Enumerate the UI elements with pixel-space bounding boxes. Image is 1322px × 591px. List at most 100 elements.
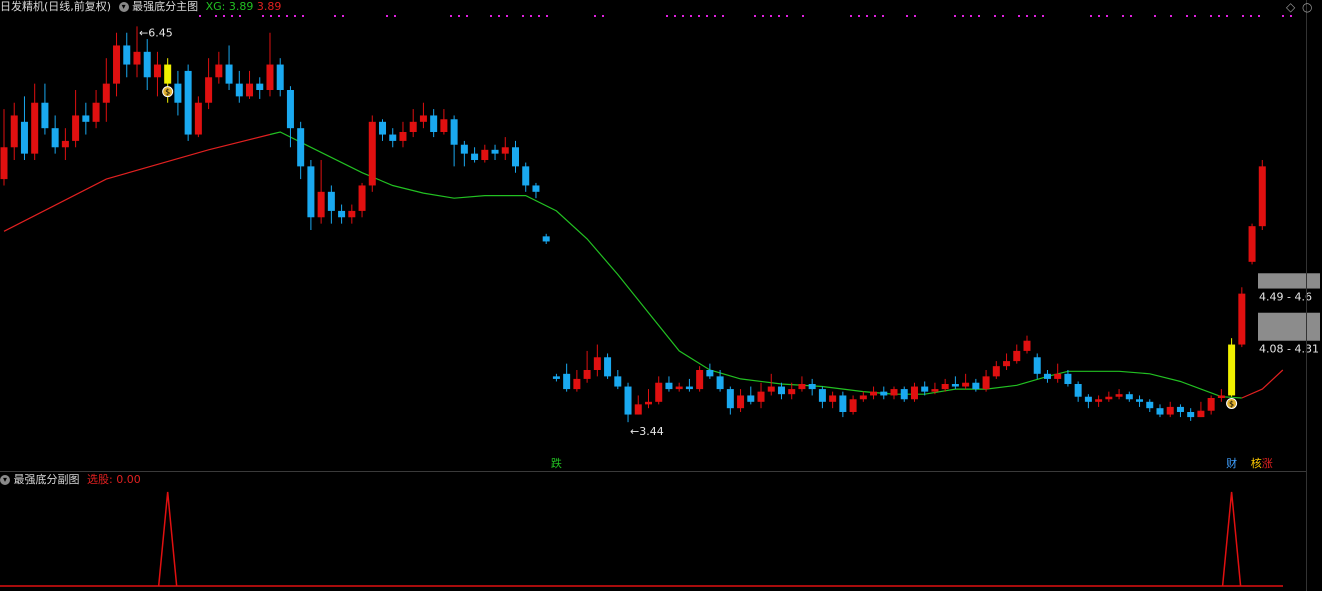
- signal-dot-60: [1106, 15, 1108, 17]
- main-indicator-name[interactable]: 最强底分主图: [132, 0, 198, 13]
- signal-dot-74: [1290, 15, 1292, 17]
- sub-indicator-name[interactable]: 最强底分副图: [14, 473, 80, 486]
- candle-64: [655, 382, 663, 402]
- signal-dot-68: [1218, 15, 1220, 17]
- signal-dot-52: [994, 15, 996, 17]
- candle-1: [10, 115, 18, 148]
- min-price-label: ←3.44: [630, 425, 664, 438]
- candle-22: [225, 64, 233, 84]
- candle-39: [399, 132, 407, 141]
- candle-47: [481, 149, 489, 160]
- signal-dot-71: [1250, 15, 1252, 17]
- main-chart-header: 日发精机(日线,前复权) ▾ 最强底分主图 XG: 3.89 3.89: [0, 0, 281, 14]
- ma-line-green: [269, 131, 1242, 399]
- candle-100: [1023, 340, 1031, 351]
- candle-2: [20, 121, 28, 154]
- price-zone-label-0: 4.49 - 4.6: [1259, 291, 1312, 304]
- candle-89: [910, 386, 918, 400]
- signal-dot-59: [1098, 15, 1100, 17]
- candle-10: [102, 83, 110, 103]
- candle-93: [951, 384, 959, 387]
- sub-indicator-menu-icon[interactable]: ▾: [0, 475, 10, 485]
- signal-dot-21: [522, 15, 524, 17]
- candle-66: [675, 386, 683, 390]
- signal-dot-51: [978, 15, 980, 17]
- candle-70: [716, 376, 724, 390]
- candle-0: [0, 147, 8, 180]
- candle-109: [1115, 394, 1123, 397]
- signal-dot-1: [215, 15, 217, 17]
- chart-canvas: $ $ ←6.45 ←3.44 4.49 - 4.6 4.08 - 4.31 跌 财核涨: [0, 15, 1320, 587]
- candle-29: [297, 128, 305, 167]
- candle-59: [604, 357, 612, 377]
- candle-99: [1013, 350, 1021, 362]
- signal-dot-0: [199, 15, 201, 17]
- candle-97: [992, 366, 1000, 377]
- signal-dot-57: [1042, 15, 1044, 17]
- candle-77: [788, 389, 796, 395]
- candle-121: [1238, 293, 1246, 345]
- signal-dot-73: [1282, 15, 1284, 17]
- xuangu-label: 选股:: [87, 473, 113, 486]
- candle-83: [849, 399, 857, 412]
- signal-dot-38: [778, 15, 780, 17]
- candle-114: [1166, 406, 1174, 415]
- signal-dot-43: [866, 15, 868, 17]
- candle-123: [1258, 166, 1266, 227]
- candle-87: [890, 389, 898, 396]
- candle-74: [757, 391, 765, 402]
- candle-56: [573, 378, 581, 390]
- candle-113: [1156, 408, 1164, 415]
- candle-37: [379, 121, 387, 135]
- collapse-icon[interactable]: ◇: [1286, 0, 1295, 14]
- signal-dot-50: [970, 15, 972, 17]
- candle-14: [143, 51, 151, 78]
- signal-dot-14: [394, 15, 396, 17]
- signal-dot-25: [594, 15, 596, 17]
- candle-65: [665, 382, 673, 390]
- indicator-menu-icon[interactable]: ▾: [118, 2, 129, 12]
- candle-4: [41, 102, 49, 129]
- candle-54: [552, 376, 560, 379]
- candle-53: [542, 236, 550, 242]
- signal-dot-32: [706, 15, 708, 17]
- signal-dot-40: [802, 15, 804, 17]
- candle-42: [430, 115, 438, 132]
- candle-7: [72, 115, 80, 141]
- candle-46: [471, 153, 479, 160]
- xg-value-2: 3.89: [256, 0, 282, 13]
- candle-27: [276, 64, 284, 90]
- signal-dot-3: [231, 15, 233, 17]
- signal-dot-36: [762, 15, 764, 17]
- money-bag-symbol-0: $: [165, 88, 170, 97]
- candle-81: [829, 395, 837, 402]
- candle-80: [818, 389, 826, 402]
- signal-dot-17: [466, 15, 468, 17]
- candle-122: [1248, 226, 1256, 262]
- signal-dot-63: [1154, 15, 1156, 17]
- signal-dot-39: [786, 15, 788, 17]
- candle-3: [31, 102, 39, 154]
- close-panel-icon[interactable]: ○: [1302, 0, 1312, 14]
- candle-43: [440, 119, 448, 132]
- candle-26: [266, 64, 274, 90]
- signal-dot-7: [278, 15, 280, 17]
- sub-signal-peak-1: [1221, 491, 1242, 587]
- candle-48: [491, 149, 499, 154]
- signal-dot-4: [239, 15, 241, 17]
- candle-85: [870, 391, 878, 396]
- signal-dot-8: [286, 15, 288, 17]
- candle-104: [1064, 373, 1072, 384]
- signal-dot-37: [770, 15, 772, 17]
- signal-dot-23: [538, 15, 540, 17]
- event-label-1: 财: [1226, 456, 1237, 470]
- signal-dot-10: [302, 15, 304, 17]
- candle-108: [1105, 396, 1113, 400]
- candle-79: [808, 384, 816, 390]
- signal-dot-44: [874, 15, 876, 17]
- candle-52: [532, 185, 540, 192]
- signal-dot-70: [1242, 15, 1244, 17]
- candle-24: [246, 83, 254, 97]
- candle-68: [696, 370, 704, 390]
- candle-12: [123, 45, 131, 65]
